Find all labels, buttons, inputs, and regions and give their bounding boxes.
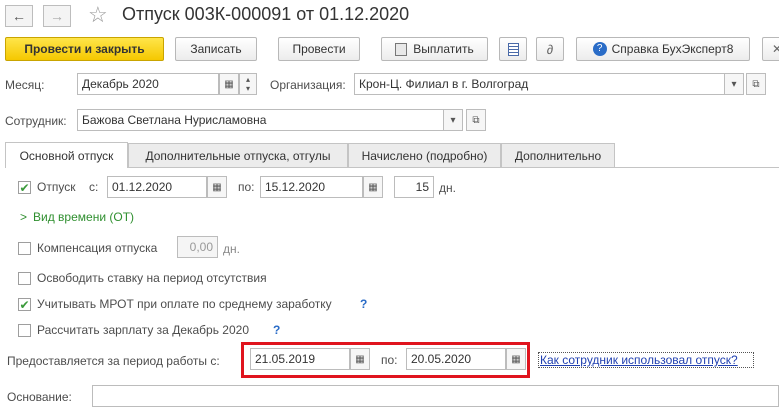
help-bukhexpert-button[interactable]: ? Справка БухЭксперт8 — [576, 37, 750, 61]
basis-label: Основание: — [7, 390, 72, 404]
leave-from-date[interactable]: 01.12.2020 — [107, 176, 207, 198]
check-icon: ✔ — [19, 297, 30, 312]
open-link-icon[interactable]: ⧉ — [746, 73, 766, 95]
post-and-close-button[interactable]: Провести и закрыть — [5, 37, 164, 61]
close-icon: ✕ — [771, 42, 779, 56]
basis-field[interactable] — [92, 385, 779, 407]
mrot-label: Учитывать МРОТ при оплате по среднему за… — [37, 297, 332, 311]
help-circle-icon: ? — [592, 42, 607, 56]
leave-to-date[interactable]: 15.12.2020 — [260, 176, 363, 198]
pay-button[interactable]: Выплатить — [381, 37, 488, 61]
calc-salary-help-icon[interactable]: ? — [273, 323, 280, 337]
report-button[interactable] — [499, 37, 527, 61]
organization-field[interactable]: Крон-Ц. Филиал в г. Волгоград — [354, 73, 744, 95]
window-title: Отпуск 003К-000091 от 01.12.2020 — [122, 4, 410, 24]
calendar-icon[interactable]: ▦ — [506, 348, 526, 370]
leave-to-label: по: — [238, 180, 255, 194]
time-kind-label: Вид времени (ОТ) — [33, 210, 135, 224]
forward-arrow-icon: → — [50, 8, 64, 24]
compensation-days-field[interactable]: 0,00 — [177, 236, 218, 258]
period-to-label: по: — [381, 353, 398, 367]
period-label: Предоставляется за период работы с: — [7, 354, 220, 368]
tab-additional[interactable]: Дополнительно — [501, 143, 615, 167]
leave-label: Отпуск — [37, 180, 76, 194]
tab-accrued-detail[interactable]: Начислено (подробно) — [348, 143, 501, 167]
back-arrow-icon: ← — [12, 8, 26, 24]
leave-checkbox[interactable]: ✔ — [18, 181, 31, 194]
month-label: Месяц: — [5, 78, 45, 92]
help-button-label: Справка БухЭксперт8 — [611, 42, 734, 56]
back-button[interactable]: ← — [5, 5, 33, 27]
month-field[interactable]: Декабрь 2020 — [77, 73, 219, 95]
month-spin-icon[interactable]: ▴ ▾ — [239, 73, 257, 95]
save-button[interactable]: Записать — [175, 37, 257, 61]
calendar-icon[interactable]: ▦ — [350, 348, 370, 370]
calc-salary-label: Рассчитать зарплату за Декабрь 2020 — [37, 323, 250, 337]
paperclip-icon: ∂ — [546, 41, 554, 57]
chevron-right-icon: > — [20, 210, 28, 224]
organization-label: Организация: — [270, 78, 346, 92]
period-to-date[interactable]: 20.05.2020 — [406, 348, 506, 370]
post-button[interactable]: Провести — [278, 37, 360, 61]
check-icon: ✔ — [19, 180, 30, 195]
release-rate-label: Освободить ставку на период отсутствия — [37, 271, 267, 285]
calendar-icon[interactable]: ▦ — [219, 73, 239, 95]
mrot-help-icon[interactable]: ? — [360, 297, 367, 311]
compensation-checkbox[interactable] — [18, 242, 31, 255]
calendar-icon[interactable]: ▦ — [363, 176, 383, 198]
calc-salary-checkbox[interactable] — [18, 324, 31, 337]
list-icon — [507, 42, 519, 56]
employee-field[interactable]: Бажова Светлана Нурисламовна — [77, 109, 462, 131]
time-kind-toggle[interactable]: > Вид времени (ОТ) — [20, 210, 134, 224]
tab-main-leave[interactable]: Основной отпуск — [5, 142, 128, 168]
release-rate-checkbox[interactable] — [18, 272, 31, 285]
open-link-icon[interactable]: ⧉ — [466, 109, 486, 131]
forward-button[interactable]: → — [43, 5, 71, 27]
leave-from-label: с: — [89, 180, 99, 194]
document-icon — [395, 42, 408, 56]
chevron-down-icon[interactable]: ▾ — [443, 109, 463, 131]
compensation-unit-label: дн. — [223, 242, 240, 256]
leave-days-field[interactable]: 15 — [394, 176, 434, 198]
employee-label: Сотрудник: — [5, 114, 67, 128]
period-from-date[interactable]: 21.05.2019 — [250, 348, 350, 370]
days-unit-label: дн. — [439, 181, 456, 195]
mrot-checkbox[interactable]: ✔ — [18, 298, 31, 311]
tab-additional-leave[interactable]: Дополнительные отпуска, отгулы — [128, 143, 348, 167]
compensation-label: Компенсация отпуска — [37, 241, 158, 255]
calendar-icon[interactable]: ▦ — [207, 176, 227, 198]
leave-usage-link[interactable]: Как сотрудник использовал отпуск? — [538, 352, 754, 368]
close-button[interactable]: ✕ — [762, 37, 779, 61]
pay-button-label: Выплатить — [413, 42, 474, 56]
favorite-star-icon[interactable]: ☆ — [88, 2, 108, 28]
attach-button[interactable]: ∂ — [536, 37, 564, 61]
chevron-down-icon[interactable]: ▾ — [724, 73, 744, 95]
